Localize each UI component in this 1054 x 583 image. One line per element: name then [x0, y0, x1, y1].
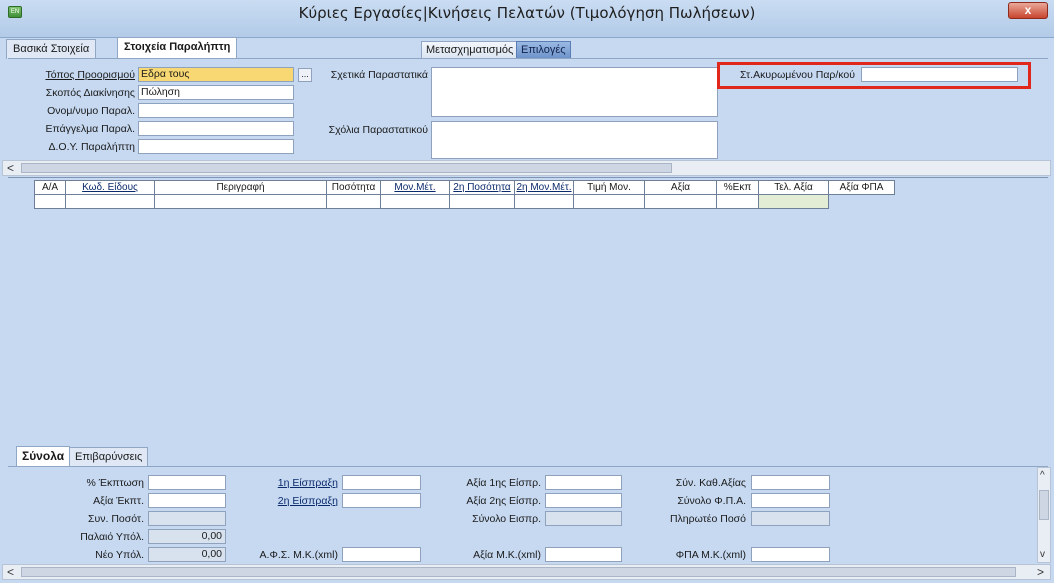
destination-label: Τόπος Προορισμού — [45, 69, 135, 81]
value-collection2-label: Αξία 2ης Είσπρ. — [466, 495, 541, 507]
grid-cell[interactable] — [758, 195, 829, 209]
tab-charges[interactable]: Επιβαρύνσεις — [69, 447, 149, 467]
totals-vscroll-thumb[interactable] — [1039, 490, 1049, 520]
grid-cell[interactable] — [573, 195, 645, 209]
receiver-doy-field[interactable] — [138, 139, 294, 154]
vat-mk-label: ΦΠΑ Μ.Κ.(xml) — [675, 549, 746, 561]
value-mk-field[interactable] — [545, 547, 622, 562]
grid-cell[interactable] — [380, 195, 450, 209]
window-title: Κύριες Εργασίες|Κινήσεις Πελατών (Τιμολό… — [298, 4, 756, 22]
vat-mk-field[interactable] — [751, 547, 830, 562]
new-balance-field: 0,00 — [148, 547, 226, 562]
grid-col-description[interactable]: Περιγραφή — [154, 180, 327, 195]
old-balance-field: 0,00 — [148, 529, 226, 544]
collection2-label[interactable]: 2η Είσπραξη — [240, 495, 338, 507]
grid-cell[interactable] — [716, 195, 759, 209]
scroll-down-icon[interactable]: v — [1040, 548, 1045, 562]
value-collection1-field[interactable] — [545, 475, 622, 490]
grid-col-discount-pct[interactable]: %Εκπ — [716, 180, 759, 195]
vat-total-label: Σύνολο Φ.Π.Α. — [677, 495, 746, 507]
close-button[interactable]: x — [1008, 2, 1048, 19]
grid-col-unit[interactable]: Μον.Μέτ. — [380, 180, 450, 195]
tab-totals[interactable]: Σύνολα — [16, 446, 71, 466]
collection1-label[interactable]: 1η Είσπραξη — [240, 477, 338, 489]
grid-cell[interactable] — [644, 195, 717, 209]
afs-field[interactable] — [342, 547, 421, 562]
net-total-field — [751, 475, 830, 490]
receiver-job-field[interactable] — [138, 121, 294, 136]
grid-col-value[interactable]: Αξία — [644, 180, 717, 195]
grid-col-aa[interactable]: Α/Α — [34, 180, 66, 195]
scroll-left-icon[interactable]: < — [7, 565, 14, 579]
transform-button[interactable]: Μετασχηματισμός — [421, 41, 519, 59]
purpose-label: Σκοπός Διακίνησης — [45, 87, 135, 99]
receiver-job-label: Επάγγελμα Παραλ. — [45, 123, 135, 135]
discount-pct-label: % Έκπτωση — [86, 477, 145, 489]
related-docs-label: Σχετικά Παραστατικά — [330, 69, 428, 81]
value-collection2-field[interactable] — [545, 493, 622, 508]
total-qty-label: Συν. Ποσότ. — [88, 513, 144, 525]
options-button[interactable]: Επιλογές — [516, 41, 571, 59]
bottom-horizontal-scrollbar[interactable]: < > — [2, 564, 1051, 580]
payable-field — [751, 511, 830, 526]
grid-cell[interactable] — [326, 195, 381, 209]
grid-col-vat-value[interactable]: Αξία ΦΠΑ — [828, 180, 895, 195]
grid-cell[interactable] — [154, 195, 327, 209]
discount-value-field[interactable] — [148, 493, 226, 508]
total-collection-label: Σύνολο Εισπρ. — [472, 513, 541, 525]
comments-field[interactable] — [431, 121, 718, 159]
discount-value-label: Αξία Έκπτ. — [93, 495, 144, 507]
items-grid[interactable]: Α/Α Κωδ. Είδους Περιγραφή Ποσότητα Μον.Μ… — [8, 177, 1048, 439]
grid-cell[interactable] — [34, 195, 66, 209]
collection1-field[interactable] — [342, 475, 421, 490]
old-balance-label: Παλαιό Υπόλ. — [80, 531, 144, 543]
total-qty-field — [148, 511, 226, 526]
receiver-doy-label: Δ.Ο.Υ. Παραλήπτη — [48, 141, 135, 153]
totals-vertical-scrollbar[interactable]: ^ v — [1037, 467, 1051, 563]
value-mk-label: Αξία Μ.Κ.(xml) — [473, 549, 541, 561]
title-bar: ΕΝ Κύριες Εργασίες|Κινήσεις Πελατών (Τιμ… — [0, 0, 1054, 38]
comments-label: Σχόλια Παραστατικού — [328, 124, 428, 136]
highlight-box — [717, 62, 1031, 89]
scroll-up-icon[interactable]: ^ — [1040, 469, 1045, 483]
grid-cell[interactable] — [65, 195, 155, 209]
grid-cell[interactable] — [449, 195, 515, 209]
purpose-field[interactable]: Πώληση — [138, 85, 294, 100]
net-total-label: Σύν. Καθ.Αξίας — [675, 477, 746, 489]
grid-col-2nd-quantity[interactable]: 2η Ποσότητα — [449, 180, 515, 195]
grid-col-quantity[interactable]: Ποσότητα — [326, 180, 381, 195]
vat-total-field — [751, 493, 830, 508]
grid-cell[interactable] — [514, 195, 574, 209]
grid-col-unit-price[interactable]: Τιμή Μον. — [573, 180, 645, 195]
tab-receiver-info[interactable]: Στοιχεία Παραλήπτη — [117, 37, 238, 59]
discount-pct-field[interactable] — [148, 475, 226, 490]
afs-label: Α.Φ.Σ. Μ.Κ.(xml) — [259, 549, 338, 561]
bottom-scroll-thumb[interactable] — [21, 567, 1016, 577]
collection2-field[interactable] — [342, 493, 421, 508]
tab-basic-info[interactable]: Βασικά Στοιχεία — [6, 39, 97, 59]
panel-scroll-thumb[interactable] — [21, 163, 672, 173]
payable-label: Πληρωτέο Ποσό — [669, 513, 746, 525]
scroll-left-icon[interactable]: < — [7, 161, 14, 175]
value-collection1-label: Αξία 1ης Είσπρ. — [466, 477, 541, 489]
scroll-right-icon[interactable]: > — [1037, 565, 1044, 579]
receiver-name-field[interactable] — [138, 103, 294, 118]
grid-col-item-code[interactable]: Κωδ. Είδους — [65, 180, 155, 195]
grid-col-2nd-unit[interactable]: 2η Μον.Μέτ. — [514, 180, 574, 195]
new-balance-label: Νέο Υπόλ. — [95, 549, 144, 561]
total-collection-field — [545, 511, 622, 526]
receiver-name-label: Ονομ/νυμο Παραλ. — [47, 105, 135, 117]
panel-horizontal-scrollbar[interactable]: < — [2, 160, 1051, 176]
destination-field[interactable]: Εδρα τους — [138, 67, 294, 82]
grid-col-final-value[interactable]: Τελ. Αξία — [758, 180, 829, 195]
related-docs-field[interactable] — [431, 67, 718, 117]
